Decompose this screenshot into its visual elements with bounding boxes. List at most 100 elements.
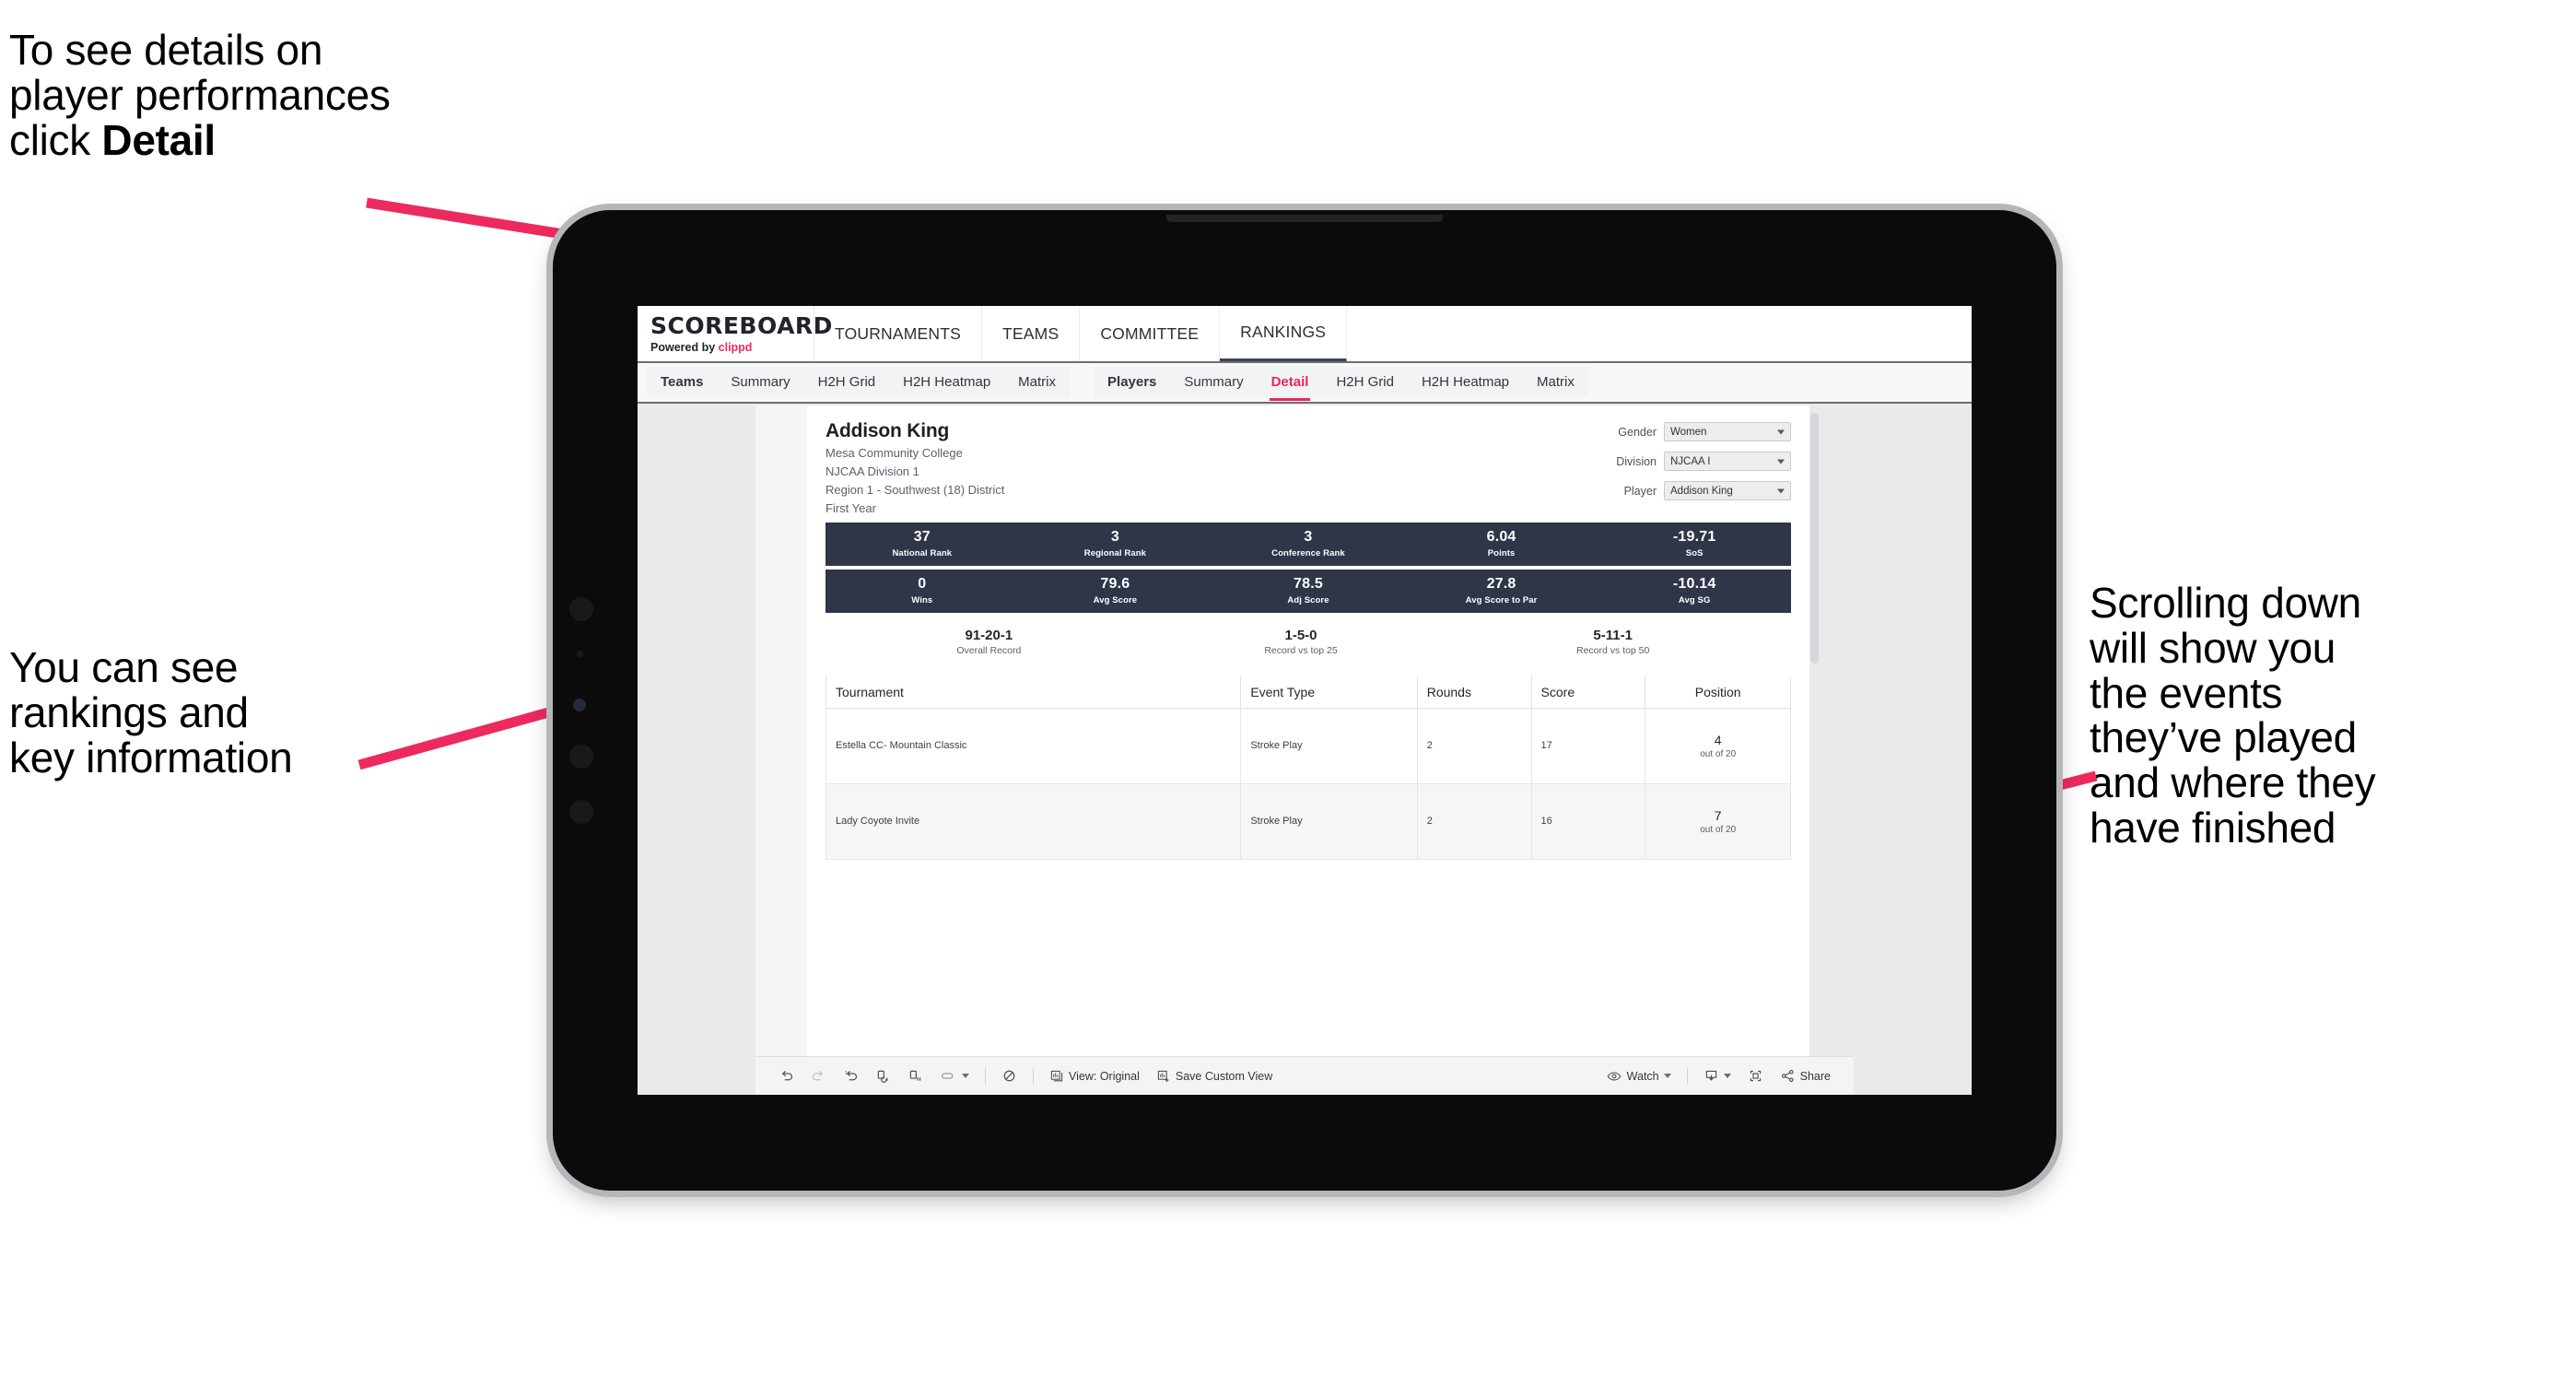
tab-players-detail[interactable]: Detail <box>1258 367 1323 401</box>
tab-players-matrix[interactable]: Matrix <box>1523 367 1588 398</box>
cell-position: 7 out of 20 <box>1645 782 1791 860</box>
app-header: SCOREBOARD Powered by clippd TOURNAMENTS… <box>638 306 1972 363</box>
refresh-data-button[interactable] <box>867 1057 899 1095</box>
tab-teams-h2h-heatmap[interactable]: H2H Heatmap <box>889 367 1004 398</box>
stats-bar-primary: 37 National Rank 3 Regional Rank 3 Confe… <box>825 522 1791 566</box>
redo-button[interactable] <box>802 1057 835 1095</box>
view-original-button[interactable]: View: Original <box>1041 1057 1148 1095</box>
annotation-right: Scrolling down will show you the events … <box>2090 579 2376 852</box>
record-label: Record vs top 50 <box>1575 644 1650 656</box>
tab-teams-matrix[interactable]: Matrix <box>1004 367 1070 398</box>
tab-teams[interactable]: Teams <box>647 367 717 398</box>
tab-players-summary[interactable]: Summary <box>1170 367 1257 398</box>
download-button[interactable] <box>1695 1057 1739 1095</box>
nav-teams[interactable]: TEAMS <box>982 306 1081 361</box>
powered-prefix: Powered by <box>650 341 719 354</box>
fullscreen-button[interactable] <box>1739 1057 1772 1095</box>
tab-teams-h2h-grid[interactable]: H2H Grid <box>804 367 890 398</box>
player-identity-block: Addison King Mesa Community College NJCA… <box>825 420 1791 517</box>
annotation-bottom-left: You can see rankings and key information <box>9 643 293 781</box>
record-vs-top-25: 1-5-0 Record vs top 25 <box>1145 628 1458 656</box>
cell-tournament: Lady Coyote Invite <box>825 782 1242 860</box>
nav-tournaments[interactable]: TOURNAMENTS <box>814 306 983 361</box>
events-table: Tournament Event Type Rounds Score Posit… <box>825 675 1791 860</box>
stat-value: 6.04 <box>1486 528 1516 545</box>
col-score[interactable]: Score <box>1530 675 1646 709</box>
stats-bar-secondary: 0 Wins 79.6 Avg Score 78.5 Adj Score 27.… <box>825 569 1791 613</box>
screenshot-root: To see details on player performances cl… <box>0 0 2576 1386</box>
table-row[interactable]: Estella CC- Mountain Classic Stroke Play… <box>825 707 1791 784</box>
filter-gender-select[interactable]: Women <box>1664 422 1791 441</box>
revert-button[interactable] <box>835 1057 867 1095</box>
filter-division-value: NJCAA I <box>1670 455 1711 467</box>
cell-score: 16 <box>1530 782 1646 860</box>
filter-player-label: Player <box>1623 484 1657 498</box>
stat-value: 79.6 <box>1100 575 1130 592</box>
filter-division-select[interactable]: NJCAA I <box>1664 452 1791 471</box>
annotation-top-left-bold: Detail <box>101 115 216 164</box>
tab-teams-summary[interactable]: Summary <box>717 367 803 398</box>
stat-label: Avg Score to Par <box>1465 594 1538 605</box>
chevron-down-icon <box>1723 1074 1731 1078</box>
teams-tab-group: Teams Summary H2H Grid H2H Heatmap Matri… <box>647 367 1071 398</box>
record-label: Record vs top 25 <box>1264 644 1338 656</box>
stat-points: 6.04 Points <box>1405 528 1598 558</box>
highlight-button[interactable] <box>931 1057 978 1095</box>
col-rounds[interactable]: Rounds <box>1416 675 1532 709</box>
stat-avg-score-to-par: 27.8 Avg Score to Par <box>1405 575 1598 605</box>
filter-player-row: Player Addison King <box>1577 481 1791 500</box>
device-preview-button[interactable] <box>993 1057 1025 1095</box>
nav-committee[interactable]: COMMITTEE <box>1080 306 1221 361</box>
record-label: Overall Record <box>956 644 1022 656</box>
stat-label: Conference Rank <box>1271 547 1345 558</box>
app-body: Addison King Mesa Community College NJCA… <box>638 405 1972 1056</box>
stat-value: -19.71 <box>1672 528 1716 545</box>
table-row[interactable]: Lady Coyote Invite Stroke Play 2 16 7 ou… <box>825 782 1791 860</box>
stat-regional-rank: 3 Regional Rank <box>1019 528 1212 558</box>
stat-label: Points <box>1487 547 1516 558</box>
filter-player-select[interactable]: Addison King <box>1664 481 1791 500</box>
stat-label: SoS <box>1685 547 1704 558</box>
brand-logo[interactable]: SCOREBOARD Powered by clippd <box>638 306 832 361</box>
save-custom-view-button[interactable]: Save Custom View <box>1148 1057 1281 1095</box>
toolbar-divider <box>1033 1067 1034 1085</box>
chevron-down-icon <box>1663 1074 1671 1078</box>
stat-value: 78.5 <box>1294 575 1323 592</box>
cell-rounds: 2 <box>1416 782 1532 860</box>
player-detail-sheet: Addison King Mesa Community College NJCA… <box>807 405 1809 1056</box>
cell-score: 17 <box>1530 707 1646 784</box>
stat-value: 0 <box>918 575 927 592</box>
toolbar-divider <box>1686 1067 1688 1085</box>
stat-label: Avg Score <box>1093 594 1138 605</box>
watch-button[interactable]: Watch <box>1598 1057 1680 1095</box>
stat-label: Avg SG <box>1678 594 1711 605</box>
tab-players-h2h-heatmap[interactable]: H2H Heatmap <box>1408 367 1523 398</box>
share-button[interactable]: Share <box>1772 1057 1839 1095</box>
vertical-scrollbar[interactable] <box>1810 413 1819 664</box>
stat-value: -10.14 <box>1672 575 1716 592</box>
bezel-camera-dot-2 <box>573 699 586 711</box>
primary-nav: TOURNAMENTS TEAMS COMMITTEE RANKINGS <box>814 306 1348 361</box>
stat-wins: 0 Wins <box>825 575 1019 605</box>
cell-event-type: Stroke Play <box>1240 707 1418 784</box>
tab-players-h2h-grid[interactable]: H2H Grid <box>1322 367 1408 398</box>
undo-button[interactable] <box>770 1057 802 1095</box>
col-event-type[interactable]: Event Type <box>1240 675 1418 709</box>
watch-label: Watch <box>1626 1069 1659 1083</box>
stat-value: 3 <box>1304 528 1313 545</box>
stat-label: National Rank <box>892 547 953 558</box>
bezel-camera-dot-4 <box>569 800 593 824</box>
stat-value: 27.8 <box>1486 575 1516 592</box>
tab-players[interactable]: Players <box>1094 367 1170 398</box>
col-tournament[interactable]: Tournament <box>825 675 1242 709</box>
chevron-down-icon <box>1777 459 1785 464</box>
nav-rankings[interactable]: RANKINGS <box>1220 306 1348 361</box>
col-position[interactable]: Position <box>1645 675 1791 709</box>
records-row: 91-20-1 Overall Record 1-5-0 Record vs t… <box>825 628 1791 656</box>
stat-value: 3 <box>1110 528 1119 545</box>
chevron-down-icon <box>1777 488 1785 493</box>
pause-data-button[interactable] <box>899 1057 931 1095</box>
chevron-down-icon <box>962 1074 969 1078</box>
filter-panel: Gender Women Division NJCAA I Player Add… <box>1577 422 1791 511</box>
bezel-camera-dot-1 <box>569 597 593 621</box>
